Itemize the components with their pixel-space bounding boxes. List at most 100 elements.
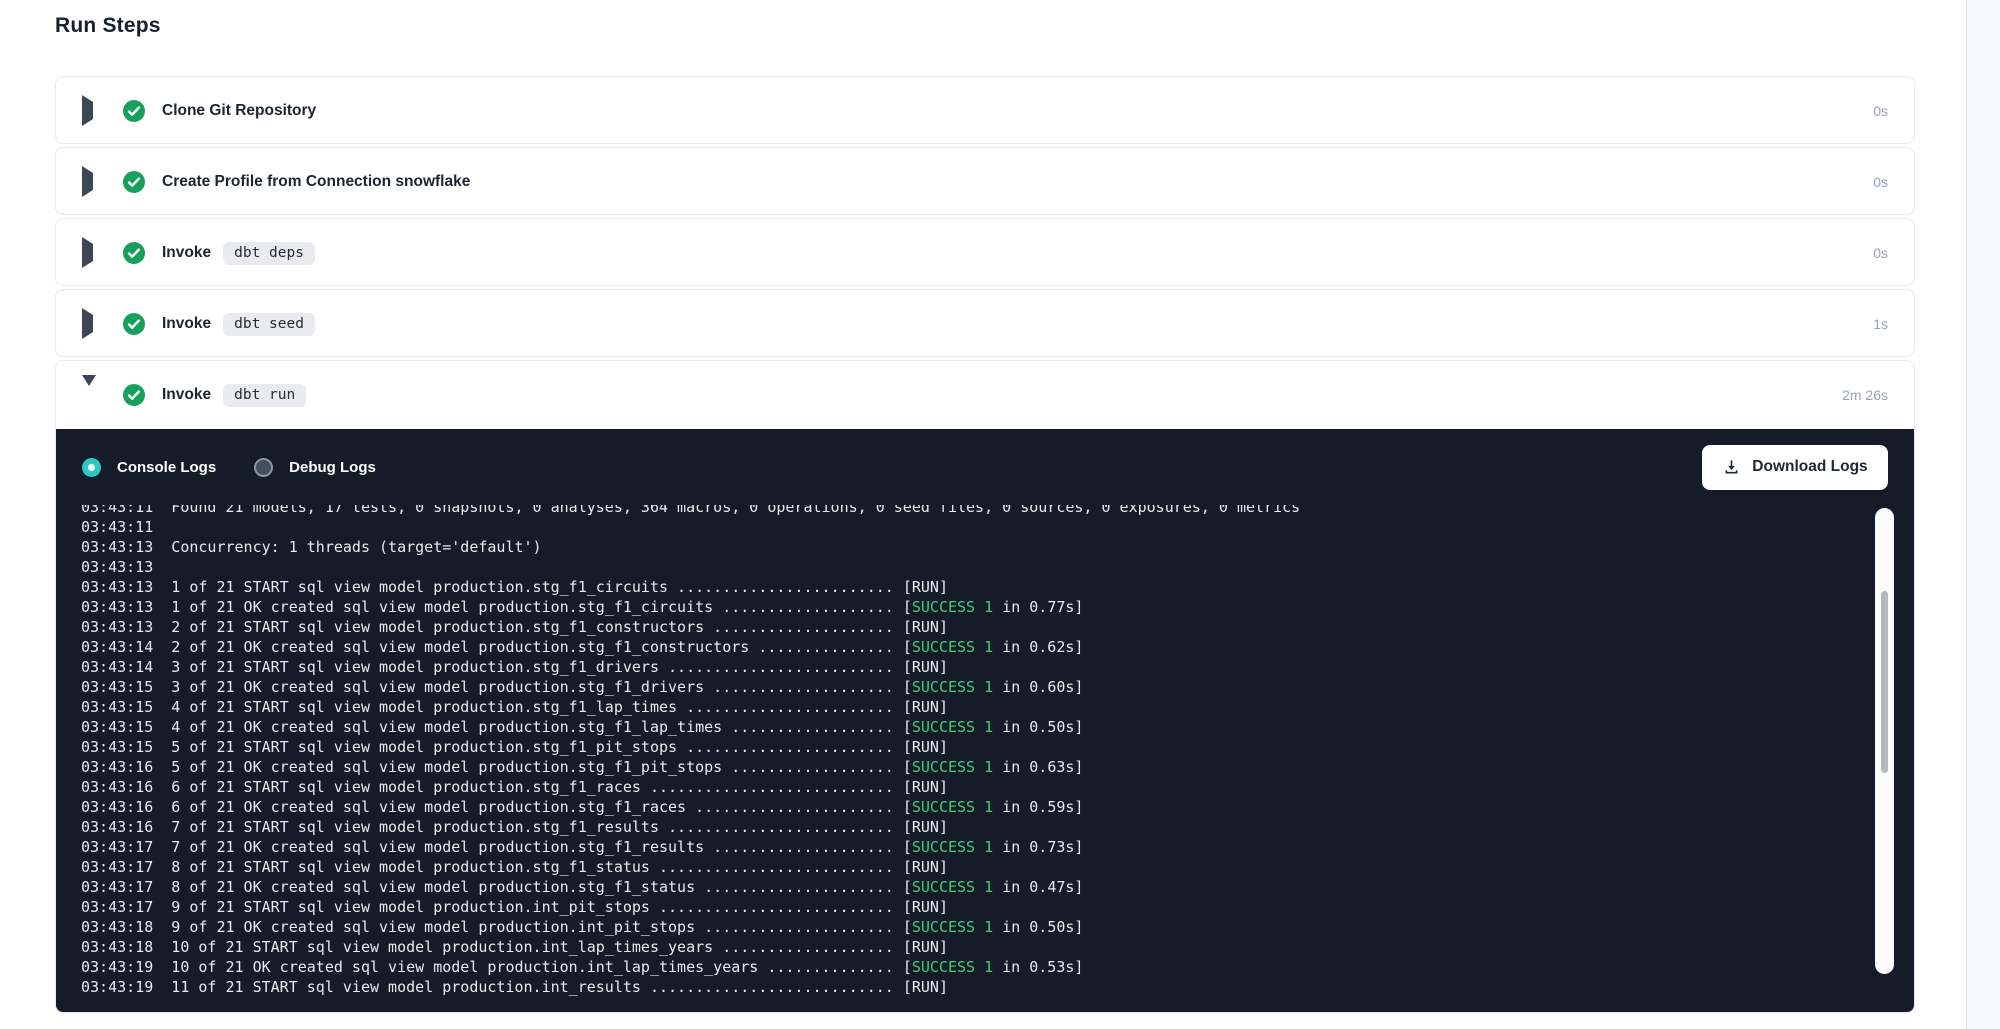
run-step-duration: 1s xyxy=(1873,316,1888,332)
log-line: 03:43:16 7 of 21 START sql view model pr… xyxy=(81,817,1914,837)
log-timestamp: 03:43:13 xyxy=(81,578,153,596)
run-step-row[interactable]: Invoke dbt deps 0s xyxy=(56,219,1914,286)
log-timestamp: 03:43:15 xyxy=(81,698,153,716)
log-line: 03:43:18 10 of 21 START sql view model p… xyxy=(81,937,1914,957)
log-line: 03:43:19 10 of 21 OK created sql view mo… xyxy=(81,957,1914,977)
log-line: 03:43:16 6 of 21 START sql view model pr… xyxy=(81,777,1914,797)
log-success-status: SUCCESS 1 xyxy=(912,598,993,616)
log-timestamp: 03:43:17 xyxy=(81,898,153,916)
log-line: 03:43:19 11 of 21 START sql view model p… xyxy=(81,977,1914,997)
console-log-output[interactable]: 03:43:11 Found 21 models, 17 tests, 0 sn… xyxy=(56,505,1914,1013)
log-line: 03:43:17 8 of 21 START sql view model pr… xyxy=(81,857,1914,877)
run-step-row[interactable]: Clone Git Repository 0s xyxy=(56,77,1914,144)
log-timestamp: 03:43:11 xyxy=(81,518,153,536)
console-logs-label: Console Logs xyxy=(117,459,216,476)
log-line: 03:43:15 5 of 21 START sql view model pr… xyxy=(81,737,1914,757)
run-step-command-badge: dbt run xyxy=(223,384,306,407)
log-timestamp: 03:43:17 xyxy=(81,858,153,876)
log-timestamp: 03:43:15 xyxy=(81,738,153,756)
log-success-status: SUCCESS 1 xyxy=(912,838,993,856)
radio-selected-icon xyxy=(82,458,101,477)
run-step-duration: 0s xyxy=(1873,103,1888,119)
log-timestamp: 03:43:18 xyxy=(81,938,153,956)
success-check-icon xyxy=(123,242,145,264)
log-line: 03:43:11 Found 21 models, 17 tests, 0 sn… xyxy=(81,505,1914,517)
caret-right-icon[interactable] xyxy=(82,244,95,262)
log-timestamp: 03:43:14 xyxy=(81,658,153,676)
log-timestamp: 03:43:16 xyxy=(81,778,153,796)
log-line: 03:43:17 7 of 21 OK created sql view mod… xyxy=(81,837,1914,857)
run-step-duration: 0s xyxy=(1873,245,1888,261)
log-timestamp: 03:43:16 xyxy=(81,818,153,836)
console-panel: Console Logs Debug Logs Download Logs 03… xyxy=(56,429,1914,1013)
caret-down-icon[interactable] xyxy=(82,386,95,404)
log-timestamp: 03:43:14 xyxy=(81,638,153,656)
log-timestamp: 03:43:13 xyxy=(81,538,153,556)
caret-right-icon[interactable] xyxy=(82,315,95,333)
log-timestamp: 03:43:13 xyxy=(81,558,153,576)
log-success-status: SUCCESS 1 xyxy=(912,918,993,936)
log-timestamp: 03:43:18 xyxy=(81,918,153,936)
log-line: 03:43:15 3 of 21 OK created sql view mod… xyxy=(81,677,1914,697)
console-logs-radio[interactable]: Console Logs xyxy=(82,458,216,477)
run-step-row[interactable]: Invoke dbt run 2m 26s xyxy=(56,361,1914,429)
run-step-command-badge: dbt seed xyxy=(223,313,315,336)
download-logs-button[interactable]: Download Logs xyxy=(1702,445,1888,490)
run-step-command-badge: dbt deps xyxy=(223,242,315,265)
run-step-label: Invoke xyxy=(162,244,211,262)
run-step-row[interactable]: Invoke dbt seed 1s xyxy=(56,290,1914,357)
log-line: 03:43:15 4 of 21 START sql view model pr… xyxy=(81,697,1914,717)
debug-logs-label: Debug Logs xyxy=(289,459,376,476)
log-timestamp: 03:43:13 xyxy=(81,598,153,616)
log-line: 03:43:13 1 of 21 OK created sql view mod… xyxy=(81,597,1914,617)
run-step-row[interactable]: Create Profile from Connection snowflake… xyxy=(56,148,1914,215)
success-check-icon xyxy=(123,171,145,193)
run-step-duration: 0s xyxy=(1873,174,1888,190)
log-timestamp: 03:43:19 xyxy=(81,958,153,976)
console-scrollbar[interactable] xyxy=(1875,508,1894,974)
log-timestamp: 03:43:15 xyxy=(81,718,153,736)
log-success-status: SUCCESS 1 xyxy=(912,638,993,656)
log-success-status: SUCCESS 1 xyxy=(912,758,993,776)
console-toolbar: Console Logs Debug Logs Download Logs xyxy=(56,429,1914,505)
log-line: 03:43:13 1 of 21 START sql view model pr… xyxy=(81,577,1914,597)
log-success-status: SUCCESS 1 xyxy=(912,678,993,696)
log-line: 03:43:18 9 of 21 OK created sql view mod… xyxy=(81,917,1914,937)
run-step-label: Invoke xyxy=(162,386,211,404)
log-line: 03:43:11 xyxy=(81,517,1914,537)
success-check-icon xyxy=(123,384,145,406)
right-edge-panel xyxy=(1966,0,2000,1029)
log-line: 03:43:14 3 of 21 START sql view model pr… xyxy=(81,657,1914,677)
caret-right-icon[interactable] xyxy=(82,173,95,191)
log-line: 03:43:16 6 of 21 OK created sql view mod… xyxy=(81,797,1914,817)
console-scrollbar-thumb[interactable] xyxy=(1881,591,1888,773)
caret-right-icon[interactable] xyxy=(82,102,95,120)
run-step-label: Clone Git Repository xyxy=(162,102,316,120)
log-success-status: SUCCESS 1 xyxy=(912,958,993,976)
log-timestamp: 03:43:19 xyxy=(81,978,153,996)
run-step-card: Invoke dbt seed 1s xyxy=(55,289,1915,357)
log-success-status: SUCCESS 1 xyxy=(912,718,993,736)
run-step-label: Invoke xyxy=(162,315,211,333)
run-steps-list: Clone Git Repository 0s Create Profile f… xyxy=(55,76,1915,1013)
log-line: 03:43:13 xyxy=(81,557,1914,577)
run-step-card: Create Profile from Connection snowflake… xyxy=(55,147,1915,215)
download-logs-label: Download Logs xyxy=(1752,458,1867,476)
log-line: 03:43:13 Concurrency: 1 threads (target=… xyxy=(81,537,1914,557)
run-step-duration: 2m 26s xyxy=(1842,387,1888,403)
log-timestamp: 03:43:13 xyxy=(81,618,153,636)
run-step-card-expanded: Invoke dbt run 2m 26s Console Logs Debug… xyxy=(55,360,1915,1013)
success-check-icon xyxy=(123,313,145,335)
debug-logs-radio[interactable]: Debug Logs xyxy=(254,458,376,477)
log-timestamp: 03:43:16 xyxy=(81,798,153,816)
log-timestamp: 03:43:17 xyxy=(81,838,153,856)
log-line: 03:43:17 9 of 21 START sql view model pr… xyxy=(81,897,1914,917)
log-line: 03:43:15 4 of 21 OK created sql view mod… xyxy=(81,717,1914,737)
log-line: 03:43:14 2 of 21 OK created sql view mod… xyxy=(81,637,1914,657)
log-line: 03:43:13 2 of 21 START sql view model pr… xyxy=(81,617,1914,637)
log-timestamp: 03:43:16 xyxy=(81,758,153,776)
download-icon xyxy=(1722,458,1741,477)
log-line: 03:43:16 5 of 21 OK created sql view mod… xyxy=(81,757,1914,777)
run-step-card: Clone Git Repository 0s xyxy=(55,76,1915,144)
page-title: Run Steps xyxy=(55,14,161,38)
